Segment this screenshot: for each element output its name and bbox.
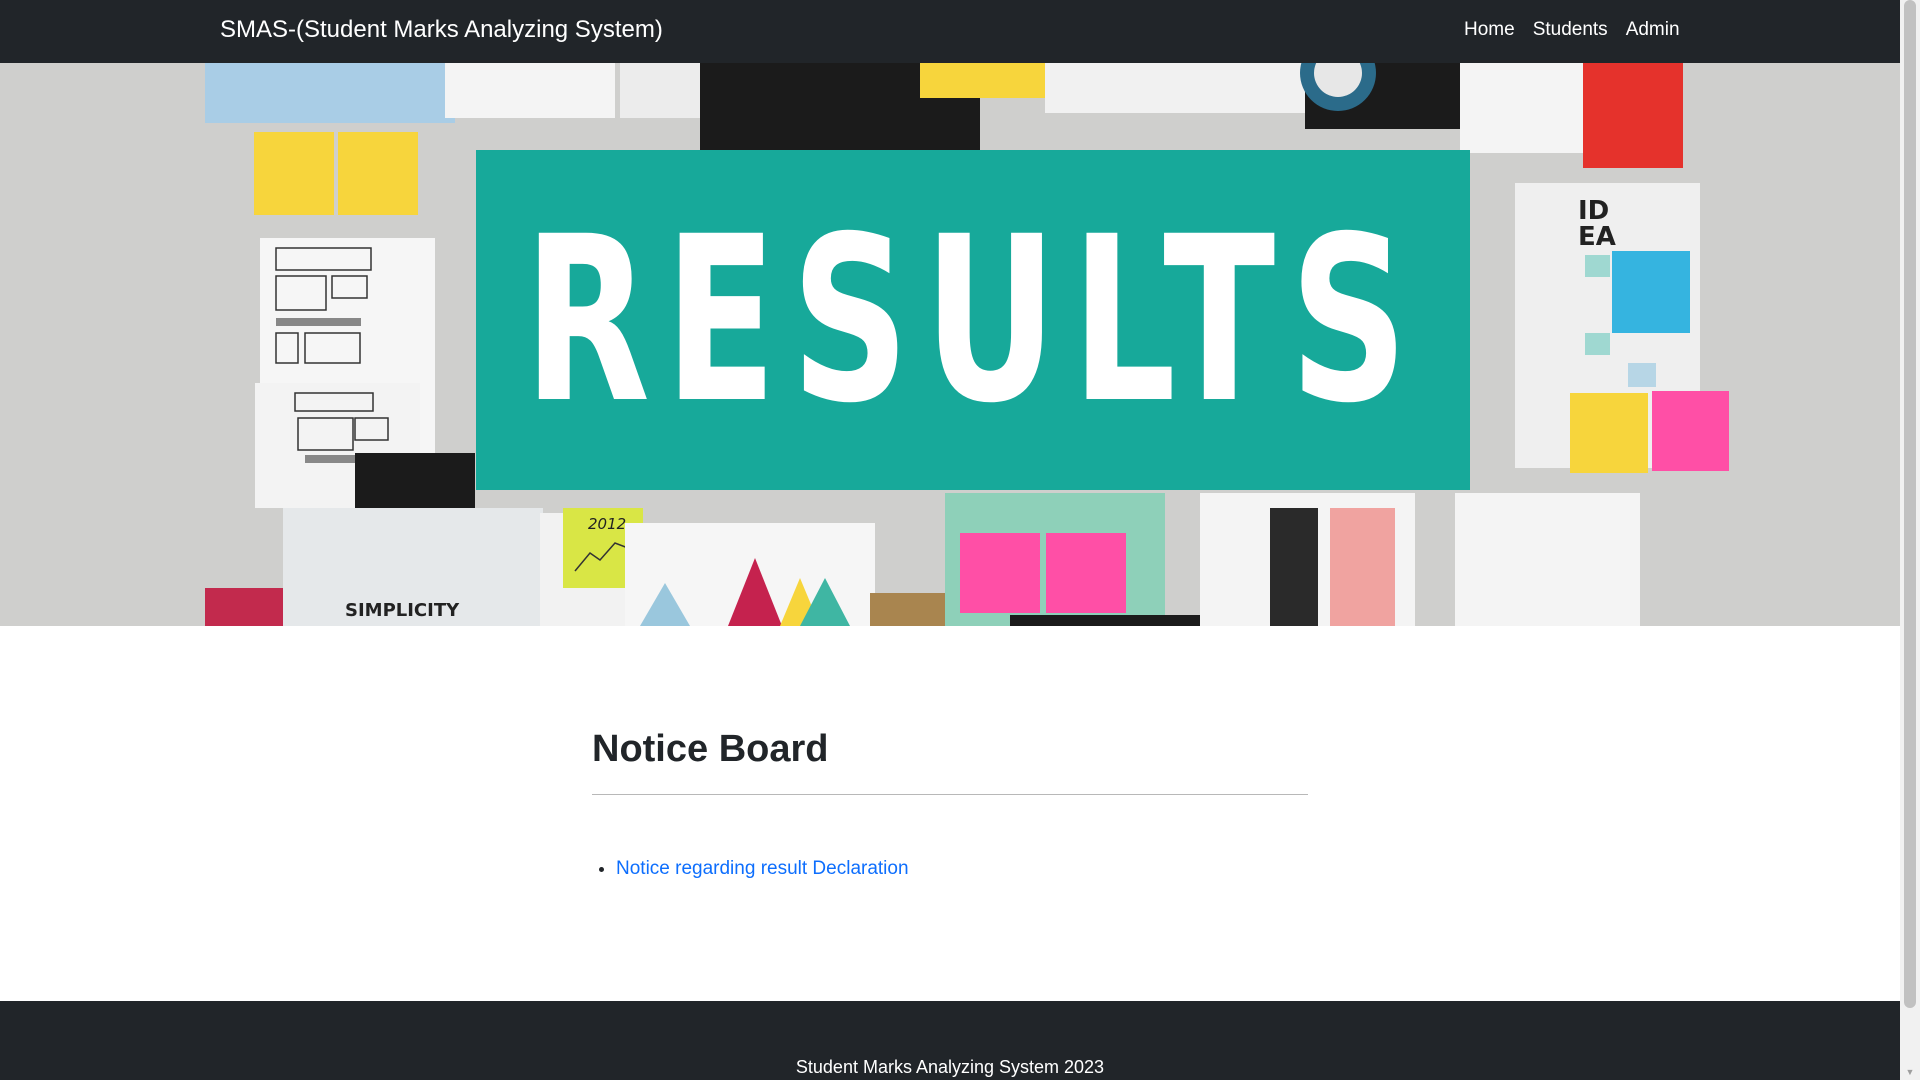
notice-item: Notice regarding result Declaration — [616, 858, 1332, 880]
notice-divider — [592, 794, 1308, 795]
results-board: RESULTS — [476, 150, 1470, 490]
scrollbar-thumb[interactable] — [1904, 0, 1916, 1008]
nav-link-home[interactable]: Home — [1464, 19, 1515, 41]
page-footer: Student Marks Analyzing System 2023 — [0, 1001, 1900, 1080]
notice-board-section: Notice Board Notice regarding result Dec… — [592, 728, 1308, 879]
simplicity-label: SIMPLICITY — [345, 600, 460, 621]
nav-link-admin[interactable]: Admin — [1626, 19, 1680, 41]
year-label: 2012 — [588, 515, 627, 533]
nav-links: Home Students Admin — [1464, 19, 1680, 41]
hero-banner-image: RESULTS SIMPLICITY 2012 IDEA — [0, 63, 1900, 626]
brand-link[interactable]: SMAS-(Student Marks Analyzing System) — [220, 16, 663, 44]
notice-link[interactable]: Notice regarding result Declaration — [616, 858, 909, 879]
nav-link-students[interactable]: Students — [1533, 19, 1608, 41]
results-headline: RESULTS — [523, 187, 1423, 453]
idea-label: IDEA — [1578, 196, 1616, 252]
notice-board-title: Notice Board — [592, 728, 829, 770]
vertical-scrollbar[interactable]: ▲ ▼ — [1900, 0, 1920, 1080]
page: SMAS-(Student Marks Analyzing System) Ho… — [0, 0, 1900, 1080]
top-navbar: SMAS-(Student Marks Analyzing System) Ho… — [0, 0, 1900, 63]
scroll-down-icon[interactable]: ▼ — [1900, 1064, 1920, 1080]
notice-list: Notice regarding result Declaration — [592, 858, 1332, 880]
footer-text: Student Marks Analyzing System 2023 — [795, 1057, 1105, 1077]
